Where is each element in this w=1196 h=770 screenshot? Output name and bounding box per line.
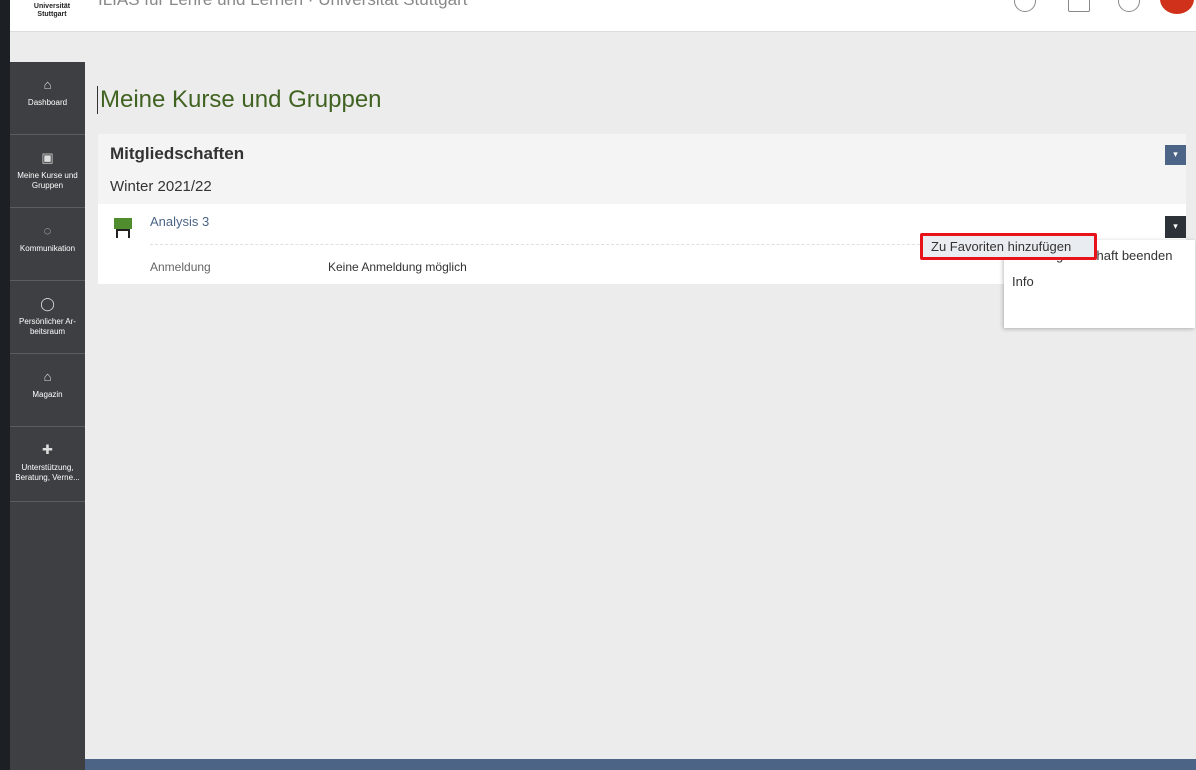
main-content: Meine Kurse und Gruppen Mitgliedschaften… xyxy=(85,62,1196,759)
workspace-icon: ◯ xyxy=(40,296,55,311)
menu-item-info[interactable]: Info xyxy=(1012,274,1034,289)
course-icon xyxy=(113,218,133,238)
search-icon[interactable] xyxy=(1118,0,1140,12)
sidebar-item-workspace[interactable]: ◯ Persönlicher Ar-beitsraum xyxy=(10,281,85,354)
main-sidebar: ⌂ Dashboard ▣ Meine Kurse und Gruppen ◌ … xyxy=(10,62,85,770)
panel-header: Mitgliedschaften Winter 2021/22 ▾ xyxy=(98,134,1186,204)
panel-title: Mitgliedschaften xyxy=(110,144,245,163)
sidebar-item-support[interactable]: ✚ Unterstützung, Beratung, Verne... xyxy=(10,427,85,502)
communication-icon: ◌ xyxy=(43,223,52,238)
browser-frame: Universität Stuttgart ILIAS für Lehre un… xyxy=(10,0,1196,770)
avatar[interactable] xyxy=(1160,0,1194,14)
help-icon[interactable] xyxy=(1014,0,1036,12)
footer-bar xyxy=(85,759,1196,770)
course-actions-button[interactable]: ▾ xyxy=(1165,216,1186,238)
bell-icon[interactable] xyxy=(1068,0,1090,12)
sidebar-item-courses[interactable]: ▣ Meine Kurse und Gruppen xyxy=(10,135,85,208)
university-logo[interactable]: Universität Stuttgart xyxy=(22,3,82,19)
courses-icon: ▣ xyxy=(41,150,54,165)
property-value: Keine Anmeldung möglich xyxy=(328,260,467,274)
panel-dropdown-button[interactable]: ▾ xyxy=(1165,145,1186,165)
semester-label: Winter 2021/22 xyxy=(110,178,212,195)
page-title: Meine Kurse und Gruppen xyxy=(97,86,382,114)
sidebar-item-repository[interactable]: ⌂ Magazin xyxy=(10,354,85,427)
sidebar-item-dashboard[interactable]: ⌂ Dashboard xyxy=(10,62,85,135)
header-title: ILIAS für Lehre und Lernen · Universität… xyxy=(98,0,467,10)
sidebar-item-communication[interactable]: ◌ Kommunikation xyxy=(10,208,85,281)
divider xyxy=(150,244,1000,245)
handshake-icon: ✚ xyxy=(42,442,53,457)
repository-icon: ⌂ xyxy=(43,369,52,384)
dashboard-icon: ⌂ xyxy=(43,77,52,92)
menu-item-add-favorites[interactable]: Zu Favoriten hinzufügen xyxy=(920,233,1097,260)
top-bar: Universität Stuttgart ILIAS für Lehre un… xyxy=(10,0,1196,32)
course-title-link[interactable]: Analysis 3 xyxy=(150,214,209,229)
property-label: Anmeldung xyxy=(150,260,211,274)
